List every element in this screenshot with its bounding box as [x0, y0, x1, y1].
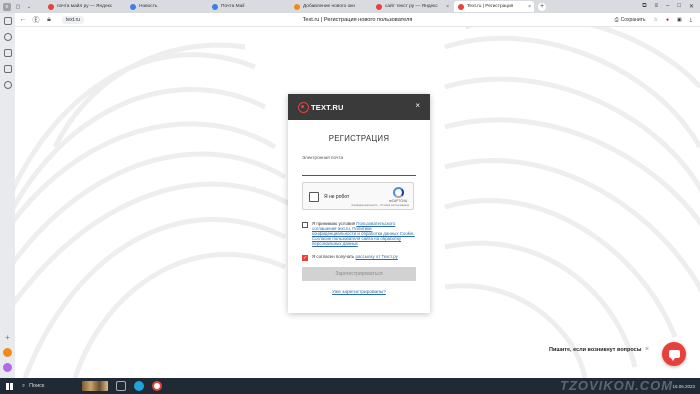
tab-close-icon[interactable]: × — [528, 4, 531, 10]
tab-bar-controls: ≡ ▢ ⌄ — [0, 2, 44, 11]
window-controls: ⧉ ≡ – □ ✕ — [642, 3, 700, 10]
yandex-icon[interactable]: Ⓔ — [31, 15, 41, 25]
pinterest-icon[interactable]: ● — [666, 17, 669, 23]
close-window-icon[interactable]: ✕ — [689, 3, 694, 10]
search-icon: ⌕ — [22, 382, 26, 389]
browser-tab-bar: ≡ ▢ ⌄ почта майл ру — Яндекс Новость Поч… — [0, 0, 700, 13]
terms-text: Я принимаю условия Пользовательского сог… — [312, 221, 416, 246]
recaptcha-logo-icon — [393, 187, 404, 198]
tab-label: Text.ru | Регистрация — [467, 4, 514, 9]
newsletter-link[interactable]: рассылку от Текст.ру — [356, 254, 398, 259]
tab-2[interactable]: Почта Mail — [208, 1, 288, 12]
tab-0[interactable]: почта майл ру — Яндекс — [44, 1, 124, 12]
tab-5-active[interactable]: Text.ru | Регистрация × — [454, 1, 534, 12]
tab-label: почта майл ру — Яндекс — [57, 4, 113, 9]
taskview-icon[interactable] — [116, 381, 126, 391]
sidebar-app-icon[interactable] — [3, 348, 12, 357]
maximize-icon[interactable]: □ — [677, 3, 681, 10]
tab-favicon-icon — [458, 3, 464, 10]
address-actions: ⎙ Сохранить ☆ ● ▣ ⤓ — [615, 17, 700, 23]
recaptcha-widget: Я не робот reCAPTCHA Конфиденциальность … — [302, 182, 414, 210]
tab-label: Почта Mail — [221, 4, 245, 9]
tab-favicon-icon — [376, 3, 382, 10]
tab-close-icon[interactable]: × — [446, 4, 449, 10]
sidebar-home-icon[interactable] — [3, 17, 12, 25]
tab-1[interactable]: Новость — [126, 1, 206, 12]
taskbar-search[interactable]: ⌕ Поиск — [22, 383, 82, 390]
tab-favicon-icon — [130, 3, 136, 10]
tabs-dropdown-icon[interactable]: ⌄ — [25, 3, 33, 11]
save-button[interactable]: ⎙ Сохранить — [615, 17, 646, 23]
taskbar-widget-image[interactable] — [82, 381, 108, 391]
tab-label: Добавление нового окн — [303, 4, 356, 9]
recaptcha-links[interactable]: Конфиденциальность · Условия использован… — [352, 204, 409, 207]
modal-header: TEXT.RU × — [288, 94, 430, 120]
minimize-icon[interactable]: – — [666, 3, 669, 10]
tab-favicon-icon — [294, 3, 300, 10]
modal-close-button[interactable]: × — [415, 101, 420, 110]
bookmark-icon[interactable]: ⧉ — [642, 3, 646, 10]
textru-logo-text: TEXT.RU — [311, 102, 344, 112]
registration-modal: TEXT.RU × РЕГИСТРАЦИЯ Электронная почта … — [288, 94, 430, 313]
tab-4[interactable]: сайт текст ру — Яндекс × — [372, 1, 452, 12]
sidebar-play-icon[interactable] — [3, 33, 12, 41]
save-icon: ⎙ — [614, 16, 619, 23]
recaptcha-label: Я не робот — [324, 194, 350, 200]
favorites-icon[interactable]: ☆ — [654, 17, 658, 23]
tab-favicon-icon — [48, 3, 54, 10]
chat-hint: Пишите, если возникнут вопросы — [549, 347, 642, 353]
newsletter-prefix: Я согласен получать — [312, 254, 356, 259]
newsletter-row: ✓ Я согласен получать рассылку от Текст.… — [302, 254, 416, 261]
modal-title: РЕГИСТРАЦИЯ — [328, 134, 390, 143]
sidebar-bottom: + — [3, 334, 12, 372]
yandex-browser-icon[interactable] — [152, 381, 162, 391]
email-field[interactable] — [302, 168, 416, 176]
chat-button[interactable] — [662, 342, 686, 366]
back-icon[interactable]: ← — [18, 16, 28, 23]
terms-checkbox[interactable] — [302, 222, 308, 228]
search-label: Поиск — [29, 383, 45, 389]
url-field[interactable]: text.ru — [62, 15, 84, 24]
recaptcha-checkbox[interactable] — [309, 192, 319, 202]
chat-hint-close-icon[interactable]: × — [645, 346, 649, 353]
email-label: Электронная почта — [302, 155, 343, 160]
lock-icon: 🔒︎ — [47, 15, 51, 23]
newsletter-checkbox[interactable]: ✓ — [302, 255, 308, 261]
sidebar-add-icon[interactable]: + — [5, 334, 10, 342]
tab-favicon-icon — [212, 3, 218, 10]
browser-sidebar: + — [0, 13, 15, 378]
sidebar-alice-icon[interactable] — [3, 363, 12, 372]
sidebar-history-icon[interactable] — [3, 81, 12, 89]
windows-start-icon[interactable] — [6, 382, 13, 390]
register-button[interactable]: Зарегистрироваться — [302, 267, 416, 281]
extensions-icon[interactable]: ▣ — [677, 17, 682, 23]
save-label: Сохранить — [620, 16, 646, 23]
menu-icon[interactable]: ≡ — [654, 3, 658, 10]
tab-3[interactable]: Добавление нового окн — [290, 1, 370, 12]
tabs-overview-icon[interactable]: ▢ — [14, 3, 22, 11]
textru-logo-icon — [298, 101, 309, 113]
sidebar-tabs-icon[interactable] — [3, 65, 12, 73]
downloads-icon[interactable]: ⤓ — [690, 17, 692, 23]
tab-label: Новость — [139, 4, 158, 9]
sidebar-notes-icon[interactable] — [3, 49, 12, 57]
edge-icon[interactable] — [134, 381, 144, 391]
newsletter-text: Я согласен получать рассылку от Текст.ру — [312, 254, 398, 261]
watermark: TZOVIKON.COM — [560, 378, 674, 393]
recaptcha-brand: reCAPTCHA — [388, 199, 407, 203]
tab-label: сайт текст ру — Яндекс — [385, 4, 438, 9]
chat-bubble-icon — [668, 350, 680, 361]
new-tab-button[interactable]: + — [538, 2, 546, 11]
already-registered-link[interactable]: Уже зарегистрированы? — [288, 290, 430, 295]
page-title: Text.ru | Регистрация нового пользовател… — [302, 16, 413, 23]
browser-menu-icon[interactable]: ≡ — [3, 2, 11, 11]
address-bar: ← Ⓔ 🔒︎ text.ru Text.ru | Регистрация нов… — [15, 13, 700, 27]
terms-row: Я принимаю условия Пользовательского сог… — [302, 221, 416, 246]
